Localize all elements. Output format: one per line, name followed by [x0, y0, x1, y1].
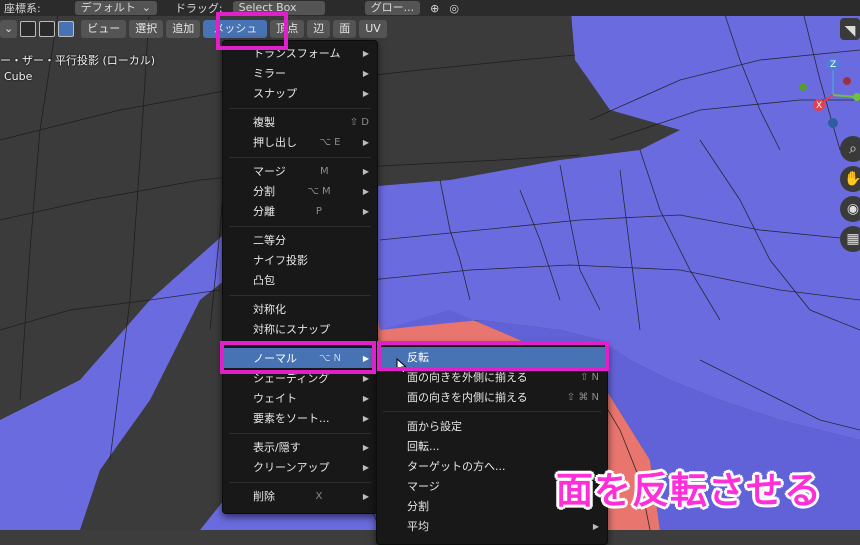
- gizmo-toggle-icon[interactable]: ◥: [840, 18, 860, 40]
- menu-item-weights[interactable]: ウェイト ▶: [223, 388, 377, 408]
- x-axis-label: X: [816, 101, 822, 111]
- mode-dropdown[interactable]: ⌄: [0, 20, 18, 38]
- menu-edge[interactable]: 辺: [307, 20, 331, 38]
- normals-submenu: 反転 面の向きを外側に揃える ⇧ N 面の向きを内側に揃える ⇧ ⌘ N 面から設定…: [376, 343, 608, 545]
- menu-add[interactable]: 追加: [166, 20, 201, 38]
- highlight-flip-item: [377, 341, 609, 371]
- viewport-header: ⌄ ビュー 選択 追加 メッシュ 頂点 辺 面 UV: [0, 18, 410, 40]
- face-select-icon[interactable]: [58, 21, 75, 37]
- proportional-icon[interactable]: ◎: [449, 2, 459, 15]
- menu-item-split[interactable]: 分割 ⌥ M ▶: [223, 181, 377, 201]
- menu-item-average[interactable]: 平均 ▶: [377, 516, 607, 536]
- menu-item-recalc-inside[interactable]: 面の向きを内側に揃える ⇧ ⌘ N: [377, 387, 607, 407]
- menu-item-symmetrize[interactable]: 対称化: [223, 299, 377, 319]
- menu-item-sort-elements[interactable]: 要素をソート... ▶: [223, 408, 377, 428]
- coord-system-label: 座標系:: [4, 2, 41, 15]
- menu-face[interactable]: 面: [333, 20, 357, 38]
- menu-select[interactable]: 選択: [129, 20, 164, 38]
- menu-item-merge[interactable]: マージ M ▶: [223, 161, 377, 181]
- grid-icon[interactable]: ▦: [840, 226, 860, 252]
- edge-select-icon[interactable]: [39, 21, 56, 37]
- menu-item-snap[interactable]: スナップ ▶: [223, 83, 377, 103]
- menu-item-bisect[interactable]: 二等分: [223, 230, 377, 250]
- menu-item-delete[interactable]: 削除 X ▶: [223, 486, 377, 506]
- vertex-select-icon[interactable]: [20, 21, 37, 37]
- highlight-normals-item: [220, 341, 376, 374]
- menu-item-snap-symmetry[interactable]: 対称にスナップ: [223, 319, 377, 339]
- menu-item-duplicate[interactable]: 複製 ⇧ D: [223, 112, 377, 132]
- view-name: ー・ザー・平行投影 (ローカル): [0, 54, 156, 67]
- menu-item-convex-hull[interactable]: 凸包: [223, 270, 377, 290]
- chevron-down-icon: ⌄: [141, 1, 151, 14]
- snap-icon[interactable]: ⊕: [430, 2, 439, 15]
- menu-item-knife-project[interactable]: ナイフ投影: [223, 250, 377, 270]
- mesh-menu: トランスフォーム ▶ ミラー ▶ スナップ ▶ 複製 ⇧ D 押し出し ⌥ E ▶ マージ M…: [222, 40, 378, 514]
- navigation-gizmo[interactable]: Z X: [795, 55, 860, 135]
- zoom-icon[interactable]: ⌕: [840, 136, 860, 162]
- menu-item-extrude[interactable]: 押し出し ⌥ E ▶: [223, 132, 377, 152]
- pivot-value: デフォルト: [80, 1, 136, 14]
- tool-settings-bar: 座標系: デフォルト ⌄ ドラッグ: Select Box グロー... ⊕ ◎: [0, 0, 860, 16]
- transform-orientation-dropdown[interactable]: グロー...: [364, 1, 421, 15]
- menu-uv[interactable]: UV: [359, 20, 387, 38]
- menu-item-rotate[interactable]: 回転...: [377, 436, 607, 456]
- pivot-dropdown[interactable]: デフォルト ⌄: [74, 1, 157, 15]
- object-name: Cube: [4, 70, 33, 83]
- z-axis-label: Z: [830, 60, 836, 70]
- menu-item-show-hide[interactable]: 表示/隠す ▶: [223, 437, 377, 457]
- transform-value: グロー...: [370, 1, 415, 14]
- menu-item-set-from-faces[interactable]: 面から設定: [377, 416, 607, 436]
- camera-icon[interactable]: ◉: [840, 196, 860, 222]
- pan-hand-icon[interactable]: ✋: [840, 166, 860, 192]
- menu-item-mirror[interactable]: ミラー ▶: [223, 63, 377, 83]
- caption-text: 面を反転させる: [556, 469, 822, 512]
- menu-item-clean-up[interactable]: クリーンアップ ▶: [223, 457, 377, 477]
- menu-view[interactable]: ビュー: [81, 20, 127, 38]
- highlight-mesh-menu: [216, 12, 288, 50]
- menu-item-separate[interactable]: 分離 P ▶: [223, 201, 377, 221]
